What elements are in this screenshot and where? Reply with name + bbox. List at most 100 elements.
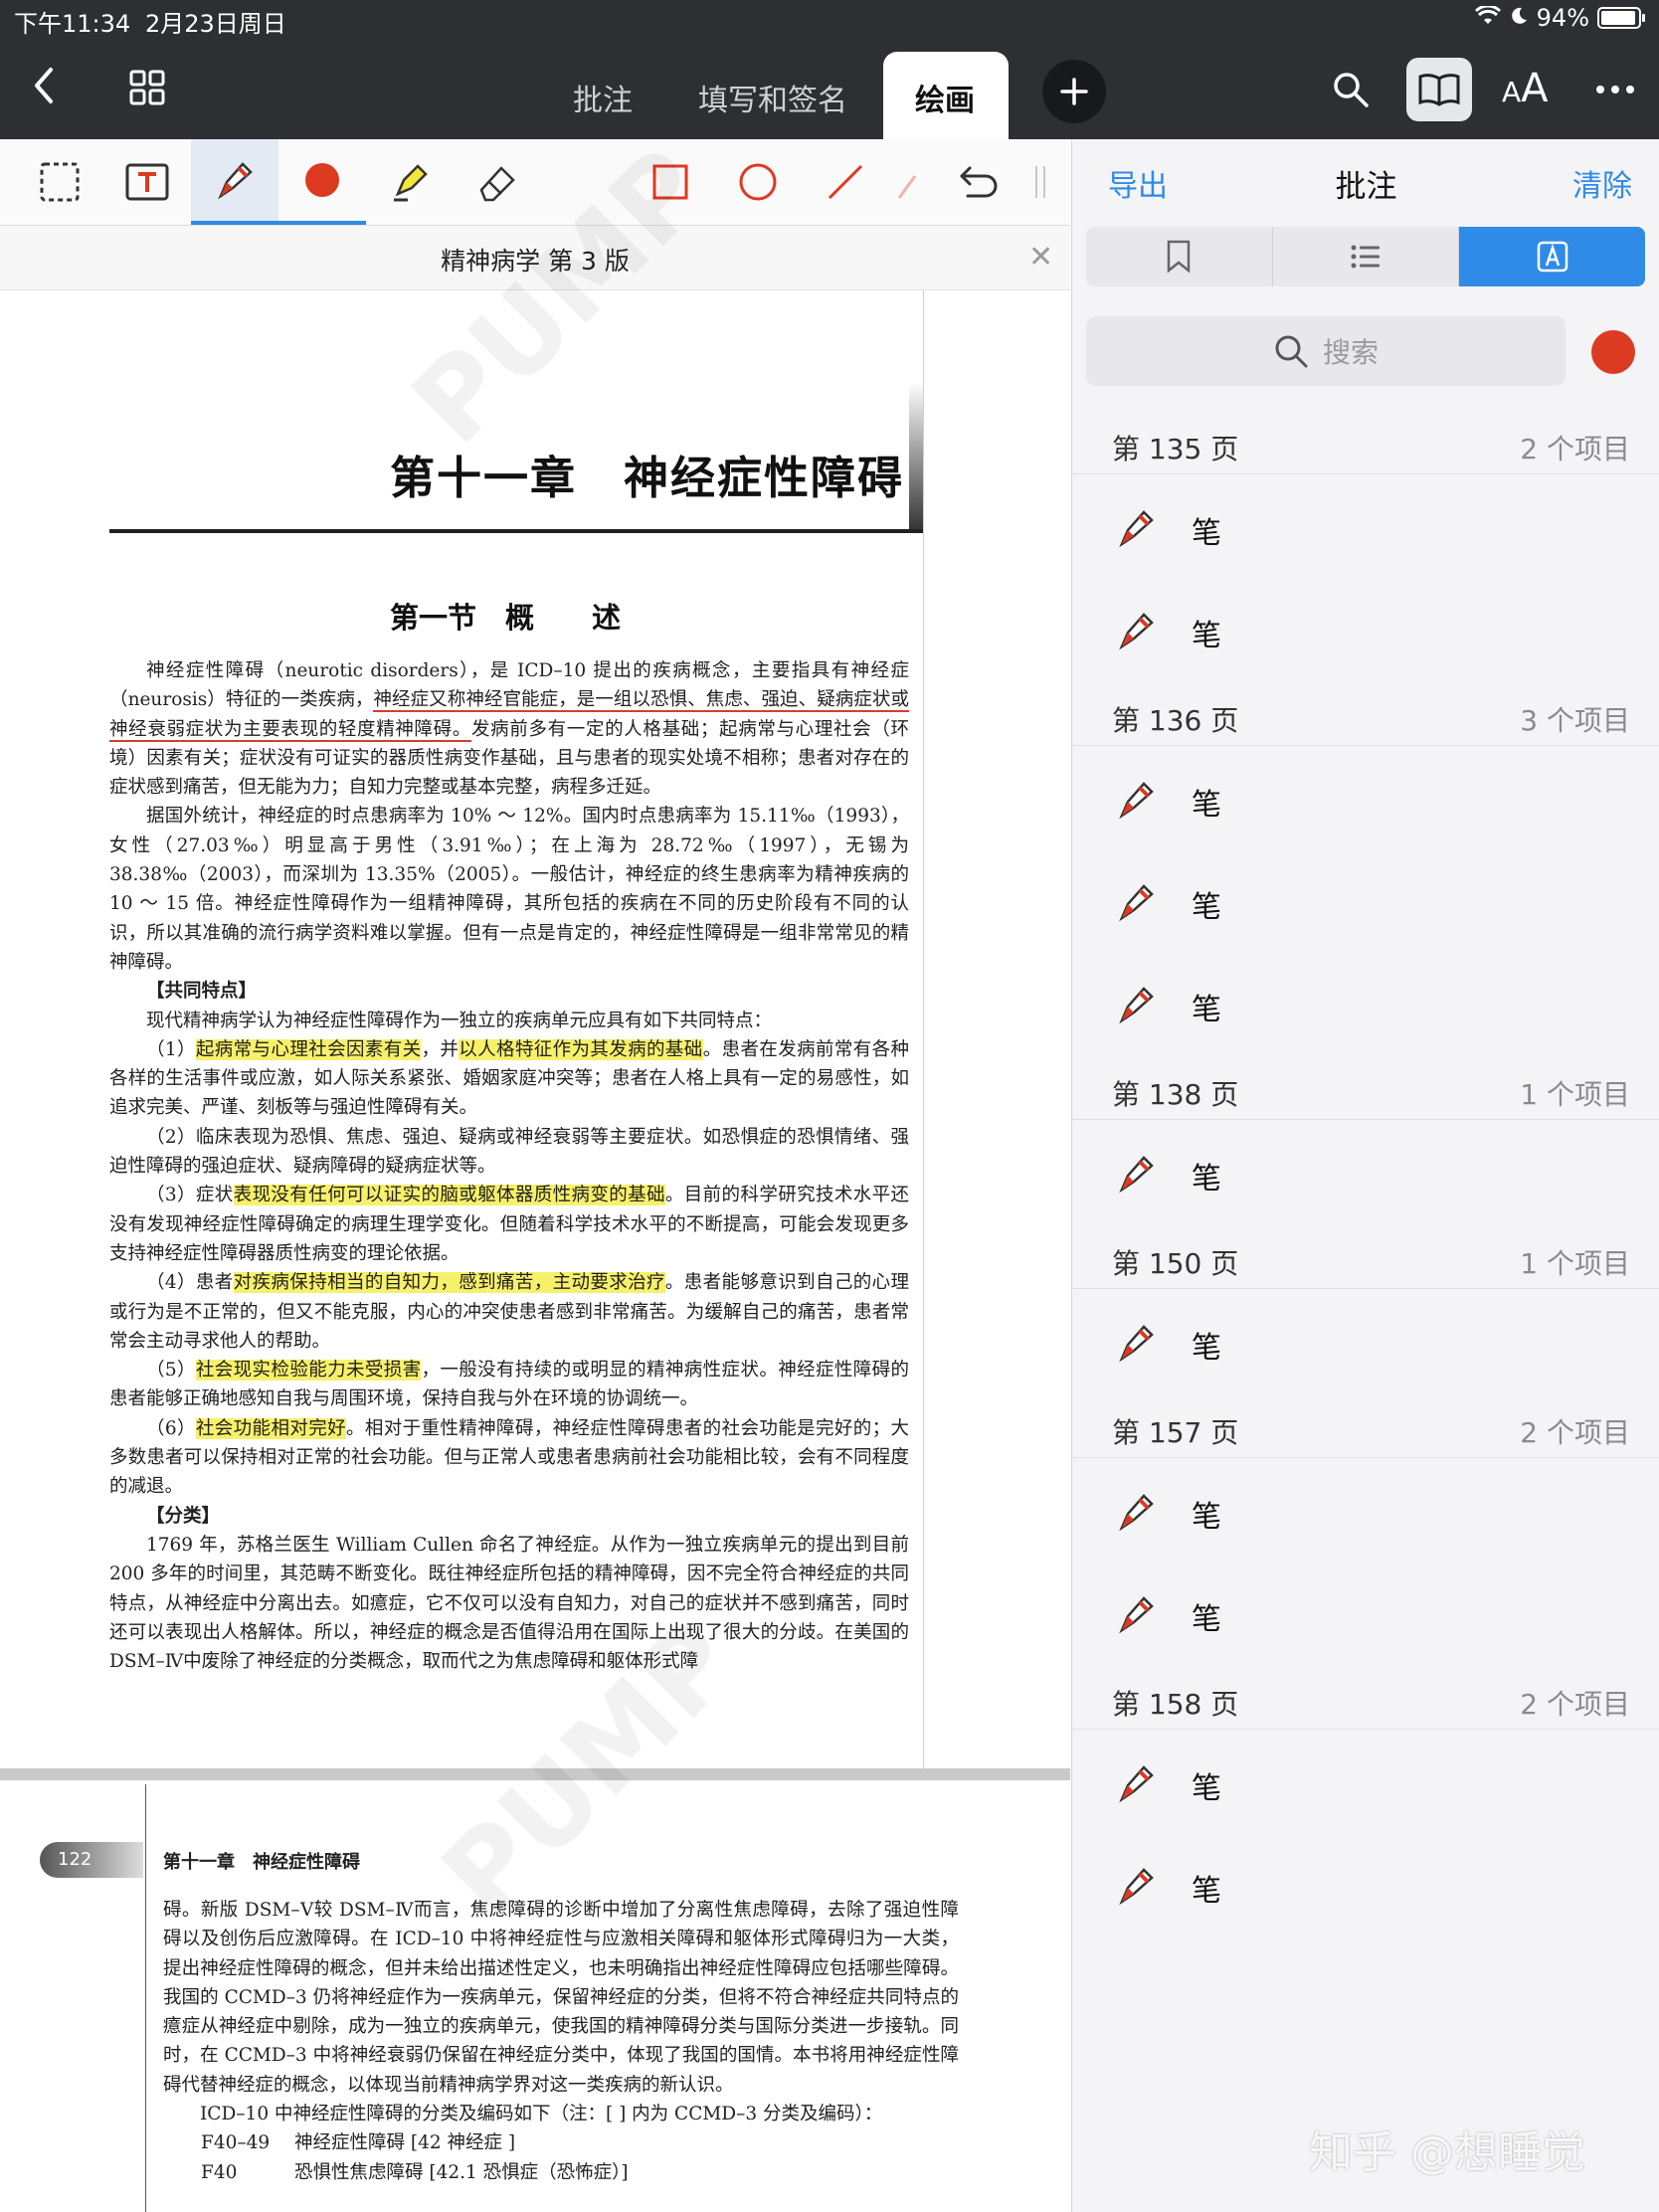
annotation-icon: [1537, 241, 1567, 273]
tab-annotate[interactable]: 批注: [573, 76, 633, 119]
lasso-select-icon[interactable]: [16, 139, 103, 225]
search-placeholder: 搜索: [1322, 336, 1379, 369]
pen-icon: [1114, 880, 1158, 928]
pen-icon: [1114, 1152, 1158, 1199]
group-item-count: 2 个项目: [1520, 433, 1630, 465]
annotation-groups: 第 135 页2 个项目笔笔第 136 页3 个项目笔笔笔第 138 页1 个项…: [1072, 408, 1659, 1935]
annotation-type-label: 笔: [1192, 1602, 1221, 1637]
list-icon: [1351, 245, 1380, 269]
document-page: 第十一章 神经症性障碍 第一节 概 述 神经症性障碍（neurotic diso…: [0, 290, 1070, 1768]
wifi-icon: [1474, 4, 1501, 32]
rectangle-shape-icon[interactable]: [627, 139, 714, 225]
book-view-button[interactable]: [1406, 58, 1472, 121]
ellipse-shape-icon[interactable]: [714, 139, 802, 225]
paragraph: （6）社会功能相对完好。相对于重性精神障碍，神经症性障碍患者的社会功能是完好的；…: [109, 1417, 909, 1498]
pen-icon: [1114, 609, 1158, 656]
pen-icon: [1114, 1761, 1158, 1809]
annotations-tab[interactable]: [1459, 227, 1645, 286]
status-time: 下午11:34: [14, 10, 131, 38]
annotation-group-items: 笔笔: [1072, 1730, 1659, 1935]
annotation-list-item[interactable]: 笔: [1072, 1289, 1659, 1391]
annotation-group-header: 第 150 页 1 个项目: [1072, 1222, 1659, 1289]
close-icon[interactable]: ✕: [1028, 240, 1053, 275]
annotation-type-label: 笔: [1192, 788, 1221, 823]
group-page-label: 第 138 页: [1112, 1078, 1239, 1111]
annotation-group-items: 笔: [1072, 1289, 1659, 1391]
annotation-group-items: 笔笔: [1072, 474, 1659, 679]
toolbar-grip-icon[interactable]: [1011, 139, 1070, 225]
annotation-group-header: 第 135 页 2 个项目: [1072, 408, 1659, 474]
chapter-divider: [109, 529, 923, 533]
battery-fill: [1601, 11, 1635, 25]
undo-icon[interactable]: [935, 139, 1022, 225]
annotation-list-item[interactable]: 笔: [1072, 848, 1659, 951]
font-size-button[interactable]: AA: [1502, 66, 1549, 111]
highlighter-icon[interactable]: [366, 139, 454, 225]
panel-title: 批注: [1335, 169, 1397, 205]
line-shape-icon[interactable]: [802, 139, 889, 225]
page-separator: [0, 1768, 1070, 1780]
annotation-type-label: 笔: [1192, 619, 1221, 653]
chapter-bar-decoration: [909, 382, 923, 531]
annotation-group-items: 笔: [1072, 1120, 1659, 1222]
annotation-list-item[interactable]: 笔: [1072, 1458, 1659, 1561]
highlight-annotation[interactable]: 表现没有任何可以证实的脑或躯体器质性病变的基础: [233, 1185, 665, 1206]
annotation-list-item[interactable]: 笔: [1072, 1561, 1659, 1663]
search-input[interactable]: 搜索: [1086, 316, 1566, 386]
battery-icon: [1597, 7, 1645, 29]
highlight-annotation[interactable]: 对疾病保持相当的自知力，感到痛苦，主动要求治疗: [233, 1272, 665, 1294]
group-page-label: 第 150 页: [1112, 1247, 1239, 1280]
outline-tab[interactable]: [1273, 227, 1460, 286]
highlight-annotation[interactable]: 社会现实检验能力未受损害: [195, 1360, 422, 1382]
color-filter-button[interactable]: [1591, 330, 1635, 374]
annotation-group-header: 第 157 页 2 个项目: [1072, 1391, 1659, 1458]
pen-icon: [1114, 778, 1158, 826]
arrow-shape-icon[interactable]: [887, 139, 927, 225]
add-button[interactable]: [1042, 60, 1106, 123]
pen-icon: [1114, 1321, 1158, 1369]
drawing-toolbar: [0, 139, 1070, 226]
annotation-type-label: 笔: [1192, 890, 1221, 925]
annotation-list-item[interactable]: 笔: [1072, 1730, 1659, 1832]
more-icon[interactable]: [1593, 70, 1637, 109]
annotation-list-item[interactable]: 笔: [1072, 951, 1659, 1053]
annotation-group-items: 笔笔: [1072, 1458, 1659, 1663]
bookmark-icon: [1168, 240, 1191, 274]
annotation-list-item[interactable]: 笔: [1072, 1120, 1659, 1222]
group-page-label: 第 158 页: [1112, 1688, 1239, 1721]
paragraph: 碍。新版 DSM–Ⅴ较 DSM–Ⅳ而言，焦虑障碍的诊断中增加了分离性焦虑障碍，去…: [163, 1900, 959, 2096]
color-picker-red[interactable]: [278, 139, 366, 225]
eraser-icon[interactable]: [454, 139, 541, 225]
pen-tool-icon[interactable]: [191, 139, 278, 225]
clear-button[interactable]: 清除: [1572, 161, 1632, 205]
book-icon: [1418, 74, 1460, 106]
annotation-list-item[interactable]: 笔: [1072, 1832, 1659, 1935]
page-body-text: 神经症性障碍（neurotic disorders），是 ICD–10 提出的疾…: [109, 656, 909, 1676]
tab-draw[interactable]: 绘画: [915, 76, 975, 119]
group-page-label: 第 157 页: [1112, 1416, 1239, 1449]
search-icon[interactable]: [1329, 68, 1373, 111]
group-item-count: 2 个项目: [1520, 1416, 1630, 1449]
annotation-type-label: 笔: [1192, 1331, 1221, 1366]
document-title: 精神病学 第 3 版: [441, 247, 630, 276]
group-item-count: 1 个项目: [1520, 1078, 1630, 1111]
annotation-list-item[interactable]: 笔: [1072, 577, 1659, 679]
annotation-list-item[interactable]: 笔: [1072, 746, 1659, 848]
back-chevron-icon[interactable]: [22, 64, 66, 107]
document-title-bar: 精神病学 第 3 版 ✕: [0, 226, 1070, 290]
group-page-label: 第 135 页: [1112, 433, 1239, 465]
status-bar: 下午11:34 2月23日周日 94%: [0, 0, 1659, 40]
highlight-annotation[interactable]: 社会功能相对完好: [195, 1417, 346, 1439]
tab-fill-and-sign[interactable]: 填写和签名: [698, 76, 847, 119]
bookmarks-tab[interactable]: [1086, 227, 1273, 286]
annotation-list-item[interactable]: 笔: [1072, 474, 1659, 577]
pen-icon: [1114, 1490, 1158, 1538]
subheading: 【分类】: [146, 1505, 221, 1527]
grid-view-icon[interactable]: [125, 66, 169, 109]
text-box-icon[interactable]: [103, 139, 191, 225]
highlight-annotation[interactable]: 以人格特征作为其发病的基础: [459, 1038, 703, 1060]
highlight-annotation[interactable]: 起病常与心理社会因素有关: [195, 1038, 422, 1060]
panel-header: 导出 批注 清除: [1072, 139, 1659, 225]
annotation-type-label: 笔: [1192, 993, 1221, 1027]
search-icon: [1275, 335, 1308, 368]
